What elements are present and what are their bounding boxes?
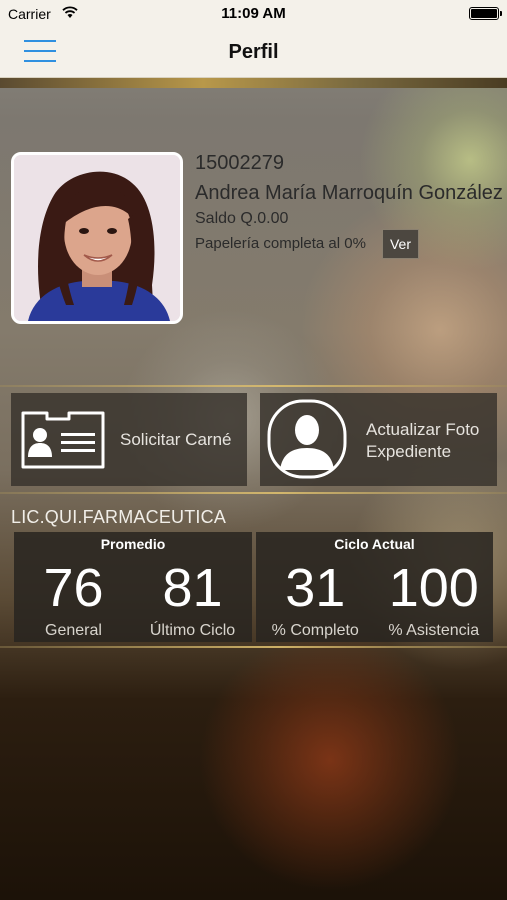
profile-photo [11, 152, 183, 324]
ciclo-actual-panel: Ciclo Actual 31 100 % Completo % Asisten… [256, 532, 493, 642]
ultimo-ciclo-label: Último Ciclo [149, 622, 236, 639]
general-label: General [45, 622, 102, 639]
actualizar-foto-label-line1: Actualizar Foto [366, 420, 480, 439]
divider [0, 646, 507, 648]
completo-value: 31 [285, 558, 346, 618]
status-bar: Carrier 11:09 AM [0, 0, 507, 28]
nav-bar: Perfil [0, 28, 507, 78]
asistencia-value: 100 [388, 558, 479, 618]
avatar [14, 155, 180, 321]
asistencia-label: % Asistencia [388, 622, 480, 639]
ver-button[interactable]: Ver [382, 229, 419, 259]
header-accent-bar [0, 78, 507, 88]
ciclo-actual-title: Ciclo Actual [334, 536, 415, 552]
student-id: 15002279 [195, 152, 284, 174]
actualizar-foto-button[interactable]: Actualizar Foto Expediente [260, 393, 497, 486]
completo-label: % Completo [271, 622, 359, 639]
ultimo-ciclo-value: 81 [162, 558, 223, 618]
person-silhouette-icon [267, 399, 347, 479]
career-name: LIC.QUI.FARMACEUTICA [11, 507, 227, 527]
solicitar-carne-button[interactable]: Solicitar Carné [11, 393, 247, 486]
student-name: Andrea María Marroquín González [195, 182, 503, 204]
divider [0, 385, 507, 387]
general-value: 76 [43, 558, 104, 618]
page-title: Perfil [228, 41, 279, 63]
promedio-title: Promedio [100, 536, 166, 552]
divider [0, 492, 507, 494]
promedio-panel: Promedio 76 81 General Último Ciclo [14, 532, 252, 642]
clock: 11:09 AM [221, 5, 286, 22]
balance-text: Saldo Q.0.00 [195, 210, 289, 227]
paperwork-status: Papelería completa al 0% [195, 235, 366, 252]
solicitar-carne-label: Solicitar Carné [120, 430, 232, 449]
battery-icon [469, 7, 502, 20]
actualizar-foto-label-line2: Expediente [366, 442, 452, 461]
id-card-icon [21, 411, 105, 469]
